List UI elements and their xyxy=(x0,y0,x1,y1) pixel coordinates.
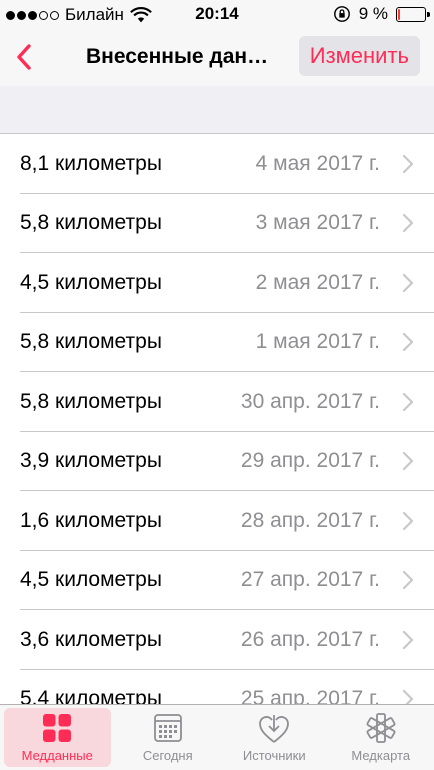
distance-value: 5,8 километры xyxy=(20,211,162,235)
tab-bar: Медданные Сегодня Источники Медкарта xyxy=(0,704,434,770)
chevron-left-icon xyxy=(17,44,31,70)
chevron-right-icon xyxy=(402,571,414,590)
entry-date: 2 мая 2017 г. xyxy=(255,270,380,294)
tab-label: Сегодня xyxy=(142,748,193,763)
tab-medical-id[interactable]: Медкарта xyxy=(328,705,434,770)
back-button[interactable] xyxy=(6,36,42,78)
entry-date: 30 апр. 2017 г. xyxy=(240,389,380,413)
chevron-right-icon xyxy=(402,392,414,411)
chevron-right-icon xyxy=(402,630,414,649)
tab-today[interactable]: Сегодня xyxy=(115,705,222,770)
chevron-right-icon xyxy=(402,511,414,530)
chevron-right-icon xyxy=(402,690,414,704)
status-right: 9 % xyxy=(333,4,430,24)
list-item[interactable]: 3,6 километры 26 апр. 2017 г. xyxy=(0,610,434,670)
battery-level xyxy=(398,8,400,20)
entry-date: 28 апр. 2017 г. xyxy=(240,508,380,532)
chevron-right-icon xyxy=(402,452,414,471)
distance-value: 5,8 километры xyxy=(20,389,162,413)
entry-date: 26 апр. 2017 г. xyxy=(240,627,380,651)
tab-label: Источники xyxy=(242,748,306,763)
chevron-right-icon xyxy=(402,273,414,292)
distance-value: 1,6 километры xyxy=(20,508,162,532)
distance-value: 3,9 километры xyxy=(20,449,162,473)
tab-sources[interactable]: Источники xyxy=(221,705,328,770)
calendar-icon xyxy=(153,714,182,742)
rotation-lock-icon xyxy=(333,6,350,22)
tab-health-data[interactable]: Медданные xyxy=(4,708,111,767)
list-item[interactable]: 4,5 километры 2 мая 2017 г. xyxy=(0,253,434,313)
download-heart-icon xyxy=(259,715,290,743)
list-item[interactable]: 1,6 километры 28 апр. 2017 г. xyxy=(0,491,434,551)
list-item[interactable]: 5,4 километры 25 апр. 2017 г. xyxy=(0,670,434,704)
tab-label: Медданные xyxy=(21,748,93,763)
asterisk-icon xyxy=(366,713,396,743)
list-item[interactable]: 5,8 километры 1 мая 2017 г. xyxy=(0,313,434,373)
distance-value: 3,6 километры xyxy=(20,627,162,651)
list-item[interactable]: 8,1 километры 4 мая 2017 г. xyxy=(0,134,434,194)
entry-date: 25 апр. 2017 г. xyxy=(240,687,380,704)
distance-value: 4,5 километры xyxy=(20,270,162,294)
chevron-right-icon xyxy=(402,333,414,352)
edit-button[interactable]: Изменить xyxy=(298,36,420,76)
chevron-right-icon xyxy=(402,154,414,173)
distance-value: 8,1 километры xyxy=(20,151,162,175)
distance-value: 5,8 километры xyxy=(20,330,162,354)
distance-value: 5,4 километры xyxy=(20,687,162,704)
entry-date: 3 мая 2017 г. xyxy=(255,211,380,235)
entry-date: 1 мая 2017 г. xyxy=(255,330,380,354)
battery-icon xyxy=(396,6,430,22)
section-header xyxy=(0,86,434,134)
battery-percent: 9 % xyxy=(358,4,388,23)
chevron-right-icon xyxy=(402,214,414,233)
list-item[interactable]: 5,8 километры 30 апр. 2017 г. xyxy=(0,372,434,432)
distance-value: 4,5 километры xyxy=(20,568,162,592)
entry-date: 29 апр. 2017 г. xyxy=(240,449,380,473)
list-item[interactable]: 5,8 километры 3 мая 2017 г. xyxy=(0,194,434,254)
entries-list[interactable]: 8,1 километры 4 мая 2017 г. 5,8 километры 3… xyxy=(0,134,434,704)
grid-icon xyxy=(43,714,72,742)
list-item[interactable]: 4,5 километры 27 апр. 2017 г. xyxy=(0,551,434,611)
navigation-bar: Внесенные данные Изменить xyxy=(0,28,434,86)
tab-label: Медкарта xyxy=(351,748,411,763)
status-bar: Билайн 20:14 9 % xyxy=(0,0,434,28)
list-item[interactable]: 3,9 километры 29 апр. 2017 г. xyxy=(0,432,434,492)
page-title: Внесенные данные xyxy=(86,45,276,68)
entry-date: 27 апр. 2017 г. xyxy=(240,568,380,592)
entry-date: 4 мая 2017 г. xyxy=(255,151,380,175)
